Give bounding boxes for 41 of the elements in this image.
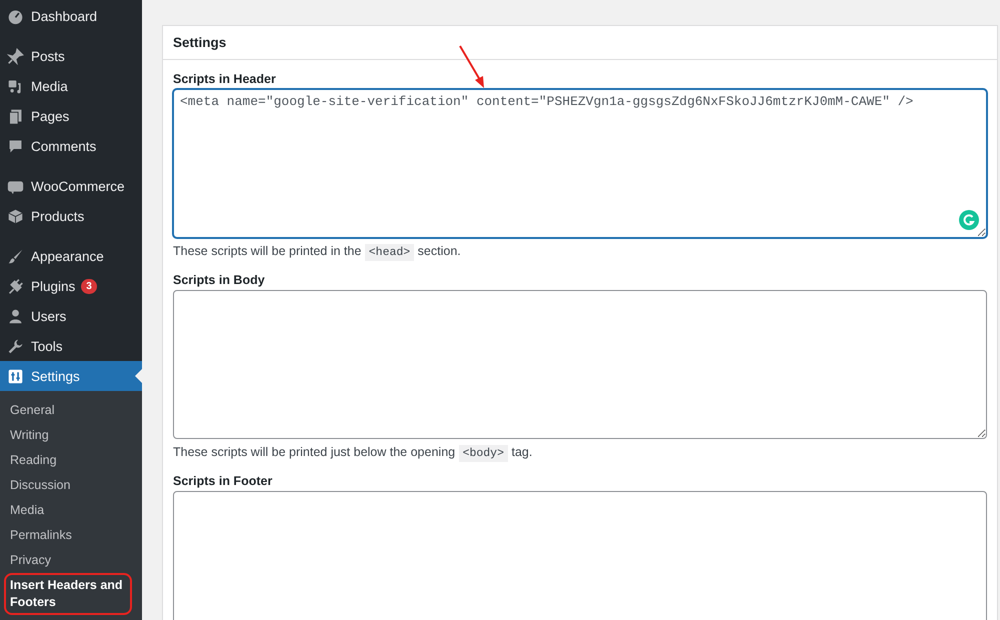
menu-item[interactable]: Comments: [0, 131, 142, 161]
gauge-icon: [7, 8, 24, 24]
help-text: These scripts will be printed in the <head> section.: [173, 244, 462, 259]
menu-item[interactable]: Media: [0, 71, 142, 101]
field-label: Scripts in Body: [173, 273, 266, 287]
wrench-icon: [7, 338, 24, 354]
plug-icon: [7, 278, 24, 294]
submenu-item[interactable]: General: [4, 398, 132, 423]
panel-title: Settings: [163, 26, 997, 60]
menu-item[interactable]: Products: [0, 201, 142, 231]
menu-item[interactable]: Plugins 3: [0, 271, 142, 301]
menu-item[interactable]: Settings: [0, 361, 142, 391]
submenu-item[interactable]: Reading: [4, 448, 132, 473]
menu-item[interactable]: Dashboard: [0, 1, 142, 31]
user-icon: [7, 308, 24, 324]
submenu-item[interactable]: Discussion: [4, 473, 132, 498]
help-text: These scripts will be printed just below the opening <body> tag.: [173, 445, 534, 460]
menu-item[interactable]: WooCommerce: [0, 171, 142, 201]
menu-item[interactable]: Tools: [0, 331, 142, 361]
pages-icon: [7, 108, 24, 124]
menu-item[interactable]: Pages: [0, 101, 142, 131]
pushpin-icon: [7, 48, 24, 64]
menu-item[interactable]: Posts: [0, 41, 142, 71]
field-label: Scripts in Footer: [173, 474, 274, 488]
paintbrush-icon: [7, 248, 24, 264]
comment-icon: [7, 138, 24, 154]
submenu-item[interactable]: Media: [4, 498, 132, 523]
update-count-badge: 3: [81, 278, 97, 294]
field-label: Scripts in Header: [173, 72, 277, 86]
submenu-item[interactable]: Permalinks: [4, 523, 132, 548]
submenu-item[interactable]: Insert Headers and Footers: [4, 573, 132, 615]
submenu-item[interactable]: Writing: [4, 423, 132, 448]
script-textarea[interactable]: [173, 491, 987, 620]
box-icon: [7, 208, 24, 224]
menu-item[interactable]: Appearance: [0, 241, 142, 271]
script-textarea[interactable]: [173, 290, 987, 439]
menu-item[interactable]: Users: [0, 301, 142, 331]
sliders-icon: [7, 368, 24, 384]
script-textarea[interactable]: <meta name="google-site-verification" content="PSHEZVgn1a-ggsgsZdg6NxFSkoJJ6mtzrKJ0mM-CAWE" />: [173, 89, 987, 238]
grammar-assistant-icon[interactable]: [959, 210, 979, 230]
submenu-item[interactable]: Privacy: [4, 548, 132, 573]
